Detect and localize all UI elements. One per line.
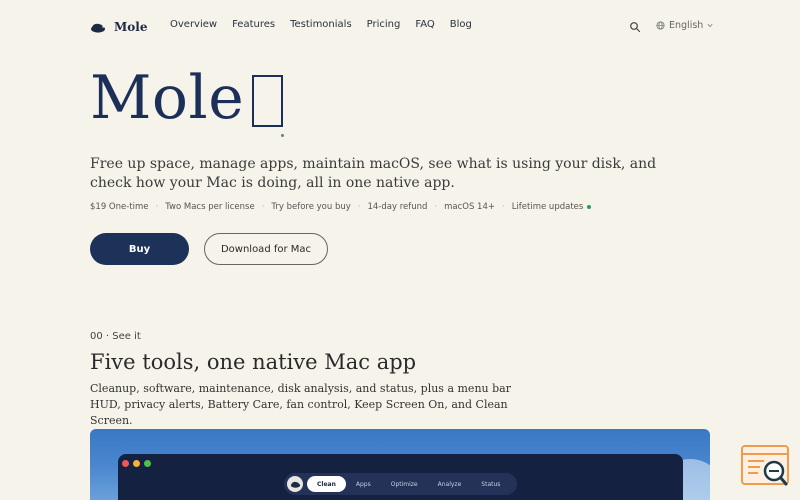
fact-separator: · bbox=[502, 202, 505, 212]
app-tab-bar: Clean Apps Optimize Analyze Status bbox=[284, 473, 517, 495]
maximize-window-icon[interactable] bbox=[144, 460, 151, 467]
nav-link-faq[interactable]: FAQ bbox=[415, 19, 434, 30]
fact-separator: · bbox=[261, 202, 265, 212]
minimize-window-icon[interactable] bbox=[133, 460, 140, 467]
fact-refund: 14-day refund bbox=[367, 202, 428, 212]
hero-title: Mole bbox=[90, 63, 245, 133]
fact-trial: Try before you buy bbox=[271, 202, 351, 212]
nav-link-overview[interactable]: Overview bbox=[170, 19, 217, 30]
app-window: Clean Apps Optimize Analyze Status bbox=[118, 454, 683, 500]
hero-subtitle: Free up space, manage apps, maintain mac… bbox=[90, 156, 657, 191]
tab-clean[interactable]: Clean bbox=[307, 476, 346, 492]
download-button[interactable]: Download for Mac bbox=[204, 233, 328, 265]
globe-icon bbox=[656, 21, 665, 30]
section-kicker: 00 · See it bbox=[90, 331, 141, 342]
app-avatar bbox=[287, 476, 303, 492]
close-window-icon[interactable] bbox=[122, 460, 129, 467]
tab-analyze[interactable]: Analyze bbox=[428, 476, 472, 492]
fact-price: $19 One-time bbox=[90, 202, 149, 212]
app-preview-panel: Clean Apps Optimize Analyze Status bbox=[90, 429, 710, 500]
search-icon[interactable] bbox=[629, 21, 641, 33]
nav-link-features[interactable]: Features bbox=[232, 19, 275, 30]
fact-separator: · bbox=[357, 202, 361, 212]
mole-logo-icon bbox=[290, 481, 300, 488]
tab-optimize[interactable]: Optimize bbox=[381, 476, 428, 492]
brand[interactable]: Mole bbox=[90, 18, 147, 36]
floating-search-widget-icon[interactable] bbox=[740, 444, 790, 488]
buy-button[interactable]: Buy bbox=[90, 233, 189, 265]
mole-logo-icon bbox=[91, 23, 105, 33]
fact-updates: Lifetime updates bbox=[511, 202, 584, 212]
nav-link-blog[interactable]: Blog bbox=[450, 19, 472, 30]
product-facts: $19 One-time · Two Macs per license · Tr… bbox=[90, 202, 592, 212]
nav-link-pricing[interactable]: Pricing bbox=[367, 19, 401, 30]
section-description: Cleanup, software, maintenance, disk ana… bbox=[90, 382, 511, 427]
fact-separator: · bbox=[434, 202, 438, 212]
cursor-dot bbox=[281, 134, 284, 137]
text-cursor-block bbox=[252, 75, 283, 127]
tab-apps[interactable]: Apps bbox=[346, 476, 381, 492]
language-label: English bbox=[669, 20, 704, 31]
brand-name: Mole bbox=[114, 20, 148, 34]
nav-links: Overview Features Testimonials Pricing F… bbox=[170, 19, 487, 30]
tab-status[interactable]: Status bbox=[471, 476, 510, 492]
nav-link-testimonials[interactable]: Testimonials bbox=[290, 19, 352, 30]
section-title: Five tools, one native Mac app bbox=[90, 350, 417, 374]
top-nav: Mole Overview Features Testimonials Pric… bbox=[0, 0, 800, 54]
chevron-down-icon bbox=[707, 23, 713, 28]
fact-separator: · bbox=[155, 202, 159, 212]
language-selector[interactable]: English bbox=[656, 20, 713, 31]
fact-requirement: macOS 14+ bbox=[444, 202, 495, 212]
status-dot bbox=[587, 205, 592, 209]
fact-license: Two Macs per license bbox=[165, 202, 255, 212]
